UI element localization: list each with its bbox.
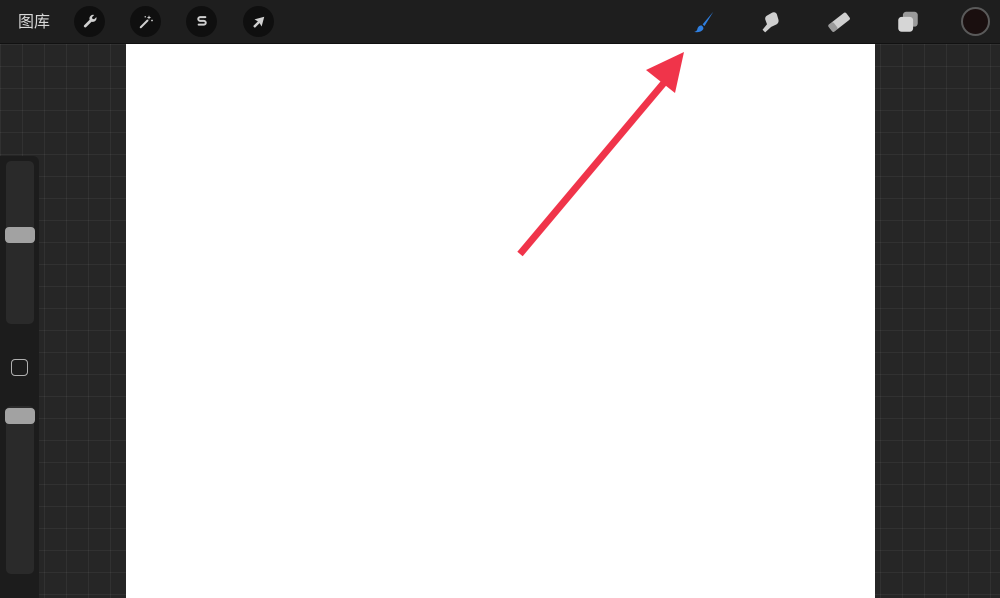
eraser-tool-button[interactable] — [825, 8, 853, 36]
brush-size-slider[interactable] — [5, 161, 35, 324]
brush-tool-button[interactable] — [690, 8, 718, 36]
layers-icon — [898, 11, 918, 32]
gallery-button[interactable]: 图库 — [18, 12, 50, 32]
left-sidebar — [0, 156, 39, 598]
actions-button[interactable] — [74, 6, 105, 37]
brush-size-thumb[interactable] — [5, 227, 35, 244]
smudge-icon — [762, 12, 779, 33]
top-toolbar: 图库 — [0, 0, 1000, 44]
adjustments-button[interactable] — [130, 6, 161, 37]
brush-icon — [694, 11, 714, 33]
magic-wand-icon — [139, 14, 153, 28]
brush-opacity-thumb[interactable] — [5, 408, 35, 424]
layers-button[interactable] — [894, 8, 922, 36]
s-selection-icon — [196, 15, 207, 26]
transform-button[interactable] — [243, 6, 274, 37]
arrow-cursor-icon — [252, 16, 264, 28]
modify-button[interactable] — [11, 359, 28, 376]
drawing-canvas[interactable] — [126, 44, 875, 598]
smudge-tool-button[interactable] — [757, 8, 785, 36]
wrench-icon — [83, 14, 97, 27]
color-picker-button[interactable] — [961, 7, 990, 36]
eraser-icon — [828, 12, 850, 32]
brush-opacity-slider[interactable] — [5, 406, 35, 574]
procreate-app: 图库 — [0, 0, 1000, 598]
selection-button[interactable] — [186, 6, 217, 37]
